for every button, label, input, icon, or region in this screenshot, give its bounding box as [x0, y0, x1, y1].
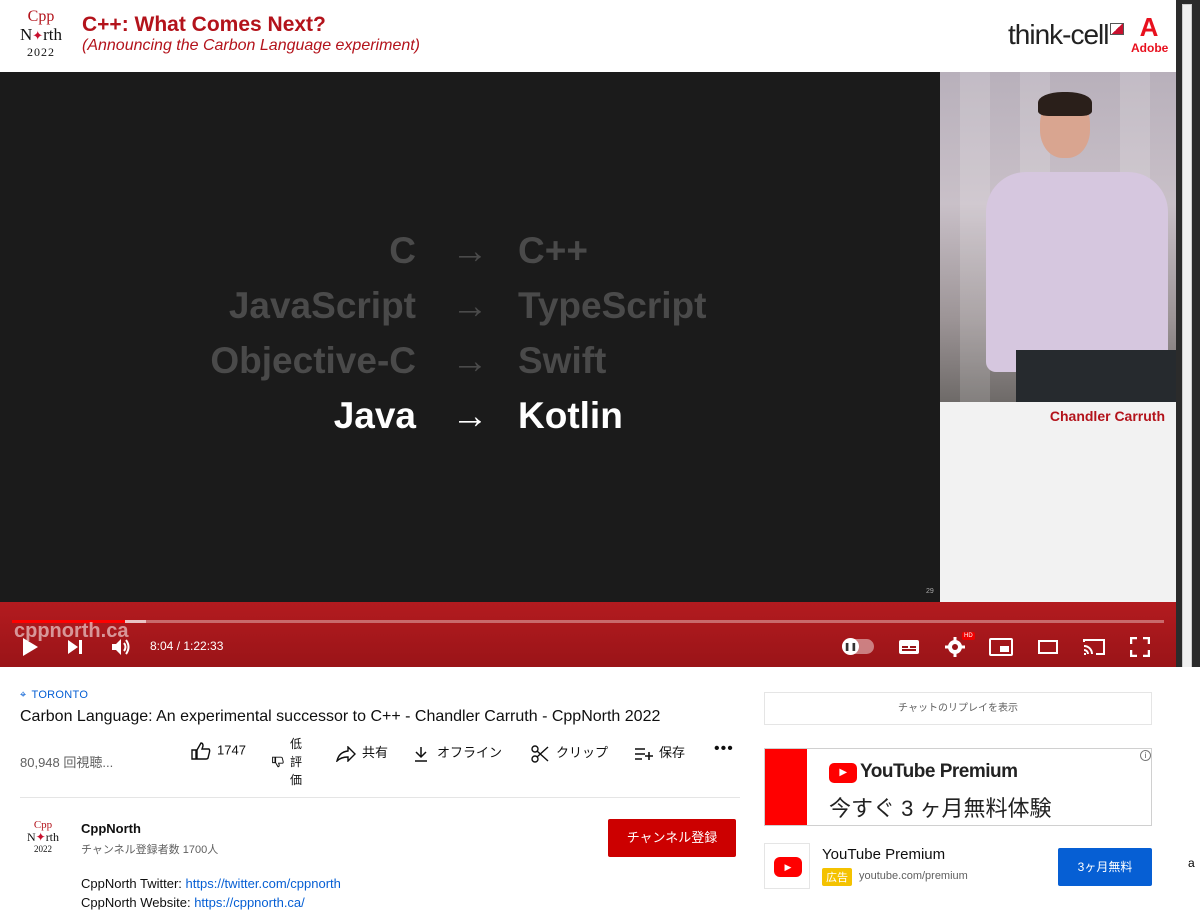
- slide-row: JavaScript → TypeScript: [228, 285, 707, 326]
- slide-row: Objective-C → Swift: [210, 340, 607, 381]
- miniplayer-icon: [989, 638, 1013, 656]
- description-twitter-line: CppNorth Twitter: https://twitter.com/cp…: [81, 876, 341, 891]
- cast-icon: [1083, 639, 1105, 655]
- theater-mode-button[interactable]: [1033, 632, 1063, 662]
- subscribe-button[interactable]: チャンネル登録: [608, 819, 736, 857]
- maple-leaf-icon: ✦: [35, 830, 46, 844]
- adobe-mark-icon: A: [1139, 12, 1159, 42]
- skip-next-icon: [68, 640, 82, 654]
- slide-row: C → C++: [389, 230, 588, 271]
- view-count[interactable]: 80,948 回視聴...: [20, 752, 113, 771]
- fullscreen-icon: [1129, 636, 1151, 658]
- talk-subtitle: (Announcing the Carbon Language experime…: [82, 37, 421, 54]
- play-icon: [23, 638, 38, 656]
- location-link[interactable]: ⌖ TORONTO: [20, 689, 88, 702]
- offline-download-button[interactable]: オフライン: [413, 742, 502, 762]
- slide-row-highlighted: Java → Kotlin: [333, 395, 623, 436]
- video-info-section: ⌖ TORONTO Carbon Language: An experimenta…: [0, 667, 1176, 911]
- channel-name[interactable]: CppNorth: [81, 821, 141, 836]
- cast-button[interactable]: [1079, 632, 1109, 662]
- more-actions-button[interactable]: •••: [714, 740, 734, 758]
- youtube-play-icon: ▶: [829, 763, 857, 783]
- promo-headline: 今すぐ 3 ヶ月無料体験: [829, 796, 1052, 821]
- subtitles-button[interactable]: [894, 632, 924, 662]
- dislike-button[interactable]: 低評価: [290, 735, 304, 789]
- website-link[interactable]: https://cppnorth.ca/: [194, 895, 305, 910]
- twitter-link[interactable]: https://twitter.com/cppnorth: [186, 876, 341, 891]
- sponsor-think-cell-logo: think-cell: [1008, 19, 1125, 51]
- thumbs-down-icon[interactable]: [272, 756, 284, 771]
- think-cell-mark-icon: [1110, 23, 1125, 35]
- theater-mode-icon: [1038, 640, 1058, 654]
- progress-bar[interactable]: [12, 620, 1164, 623]
- youtube-premium-promo-banner[interactable]: ▶ YouTube Premium 今すぐ 3 ヶ月無料体験: [764, 748, 1152, 826]
- speaker-name: Chandler Carruth: [1049, 408, 1165, 424]
- like-button[interactable]: 1747: [191, 742, 246, 760]
- share-button[interactable]: 共有: [335, 742, 388, 763]
- subtitles-icon: [899, 640, 919, 654]
- scissors-icon: [531, 744, 549, 763]
- thumbs-up-icon: [191, 742, 211, 760]
- gear-icon: [945, 637, 965, 657]
- show-chat-replay-button[interactable]: チャットのリプレイを表示: [764, 692, 1152, 725]
- playlist-add-icon: [635, 747, 653, 760]
- description-website-line: CppNorth Website: https://cppnorth.ca/: [81, 895, 305, 910]
- clip-button[interactable]: クリップ: [531, 742, 608, 763]
- download-icon: [415, 746, 427, 762]
- volume-button[interactable]: [106, 632, 136, 662]
- divider: [20, 797, 740, 798]
- presentation-slide: C → C++ JavaScript → TypeScript Objectiv…: [0, 72, 940, 602]
- time-display: 8:04 / 1:22:33: [150, 639, 224, 653]
- youtube-play-icon: ▶: [774, 857, 802, 877]
- play-button[interactable]: [15, 632, 45, 662]
- fullscreen-button[interactable]: [1125, 632, 1155, 662]
- player-controls: cppnorth.ca 8:04 / 1:22:33 ❚❚ HD: [0, 602, 1176, 667]
- video-player[interactable]: Cpp N✦rth 2022 C++: What Comes Next? (An…: [0, 0, 1176, 667]
- channel-avatar[interactable]: Cpp N✦rth 2022: [20, 815, 66, 861]
- ad-logo[interactable]: ▶: [764, 843, 810, 889]
- sponsor-adobe-logo: A Adobe: [1131, 12, 1169, 55]
- scrollbar-thumb[interactable]: [1182, 4, 1192, 684]
- info-icon[interactable]: i: [1140, 750, 1151, 761]
- right-gutter: [1176, 667, 1200, 911]
- autoplay-toggle[interactable]: ❚❚: [842, 638, 874, 655]
- ad-cta-button[interactable]: 3ヶ月無料: [1058, 848, 1152, 886]
- next-button[interactable]: [60, 632, 90, 662]
- video-title: Carbon Language: An experimental success…: [20, 708, 661, 725]
- ad-title[interactable]: YouTube Premium: [822, 846, 945, 863]
- share-icon: [335, 744, 356, 763]
- miniplayer-button[interactable]: [986, 632, 1016, 662]
- talk-title-banner: Cpp N✦rth 2022 C++: What Comes Next? (An…: [0, 0, 1176, 72]
- speaker-panel: Chandler Carruth: [940, 72, 1176, 602]
- slide-number: 29: [926, 588, 934, 595]
- edge-text: a: [1188, 856, 1200, 870]
- youtube-watch-page: Cpp N✦rth 2022 C++: What Comes Next? (An…: [0, 0, 1200, 911]
- cppnorth-logo: Cpp N✦rth 2022: [19, 8, 63, 59]
- talk-title: C++: What Comes Next?: [82, 13, 326, 36]
- location-pin-icon: ⌖: [20, 689, 27, 701]
- hd-badge: HD: [962, 632, 975, 640]
- save-button[interactable]: 保存: [634, 742, 685, 761]
- youtube-premium-logo: ▶ YouTube Premium: [829, 761, 1018, 783]
- subscriber-count: チャンネル登録者数 1700人: [81, 844, 219, 856]
- ad-badge: 広告: [822, 868, 852, 886]
- ad-url: youtube.com/premium: [859, 870, 968, 882]
- speaker-camera-feed: [940, 72, 1176, 402]
- pause-icon: ❚❚: [842, 638, 859, 655]
- volume-icon: [112, 639, 130, 655]
- maple-leaf-icon: ✦: [32, 28, 44, 43]
